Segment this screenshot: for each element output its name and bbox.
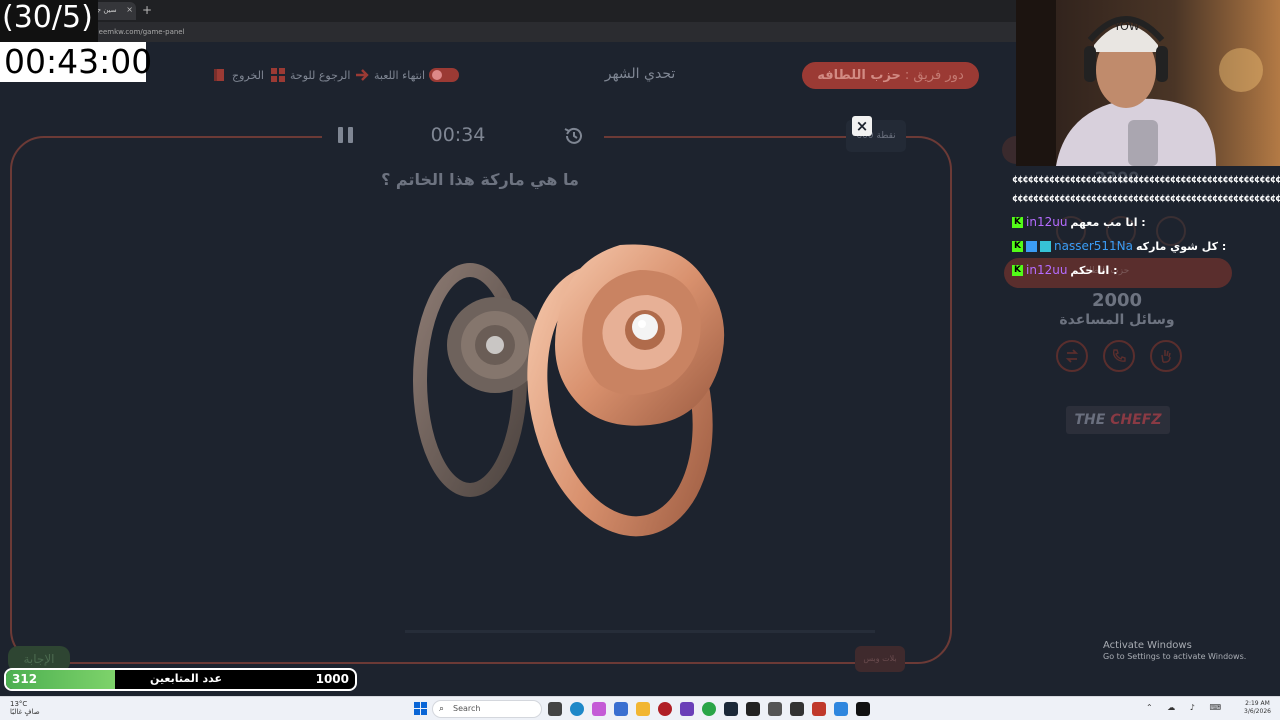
chat-username: nasser511Na <box>1054 239 1134 253</box>
pause-icon <box>337 127 343 143</box>
close-icon[interactable]: × <box>852 116 872 136</box>
chat-separator-1: ¢¢¢¢¢¢¢¢¢¢¢¢¢¢¢¢¢¢¢¢¢¢¢¢¢¢¢¢¢¢¢¢¢¢¢¢¢¢¢¢… <box>1012 175 1280 185</box>
helper-hand[interactable] <box>1150 340 1182 372</box>
app-icon-red-2[interactable] <box>812 702 826 716</box>
grid-icon <box>271 68 285 82</box>
exit-icon <box>214 69 224 81</box>
team-score: 2000 <box>1091 290 1143 311</box>
end-game-button[interactable]: انتهاء اللعبة <box>354 66 460 84</box>
new-tab-button[interactable]: + <box>142 3 152 17</box>
exit-button[interactable]: الخروج <box>212 66 264 84</box>
app-icon-red[interactable] <box>658 702 672 716</box>
gifter-badge-icon <box>1040 240 1051 252</box>
chat-message: K in12uu : انا مب معهم <box>1012 214 1146 230</box>
pause-button[interactable] <box>336 124 354 146</box>
browser-tab-strip: سين جيم × + <box>0 0 1016 22</box>
app-icon-purple[interactable] <box>680 702 694 716</box>
followers-goal-bar: 312 عدد المتابعين 1000 <box>4 668 357 691</box>
stream-frame: سين جيم × + seenjeemkw.com/game-panel ال… <box>0 0 1280 720</box>
chat-message: K in12uu : انا حكم <box>1012 262 1117 278</box>
store-icon[interactable] <box>614 702 628 716</box>
swap-icon <box>1065 349 1079 363</box>
chat-username: in12uu <box>1026 215 1068 229</box>
svg-text:YOW: YOW <box>1113 20 1140 33</box>
chat-message: K nasser511Na : كل شوي ماركه <box>1012 238 1226 254</box>
app-icon-grey[interactable] <box>768 702 782 716</box>
copilot-icon[interactable] <box>592 702 606 716</box>
chrome-icon[interactable] <box>702 702 716 716</box>
end-game-label: انتهاء اللعبة <box>374 68 426 82</box>
search-placeholder: Search <box>453 704 481 713</box>
file-explorer-icon[interactable] <box>636 702 650 716</box>
helper-swap[interactable] <box>1056 340 1088 372</box>
chat-text: : انا مب معهم <box>1070 215 1146 229</box>
tab-close-icon[interactable]: × <box>126 5 133 14</box>
task-view-icon[interactable] <box>548 702 562 716</box>
logo-part-a: THE <box>1074 412 1111 428</box>
pause-icon-bar <box>347 127 353 143</box>
team-name: حزب اللطافه <box>817 68 901 83</box>
weather-temp: 13°C <box>10 700 28 708</box>
edge-icon[interactable] <box>570 702 584 716</box>
chat-separator-2: ¢¢¢¢¢¢¢¢¢¢¢¢¢¢¢¢¢¢¢¢¢¢¢¢¢¢¢¢¢¢¢¢¢¢¢¢¢¢¢¢… <box>1012 194 1280 204</box>
system-tray-icons[interactable]: ⌃ ☁ ♪ ⌨ <box>1146 703 1227 712</box>
system-clock[interactable]: 2:19 AM 3/6/2026 <box>1244 700 1271 716</box>
followers-label: عدد المتابعين <box>150 672 222 685</box>
clock-time: 2:19 AM <box>1245 700 1270 707</box>
helper-row <box>1056 340 1182 372</box>
address-bar[interactable]: seenjeemkw.com/game-panel <box>0 22 1016 42</box>
activate-windows-watermark: Activate Windows Go to Settings to activ… <box>1103 640 1246 661</box>
webcam-feed: YOW <box>1016 0 1280 166</box>
back-to-board-button[interactable]: الرجوع للوحة <box>270 66 350 84</box>
taskbar-search[interactable]: ⌕ Search <box>432 700 542 718</box>
stream-clock: 00:43:00 <box>4 42 153 81</box>
end-game-toggle[interactable] <box>429 68 460 82</box>
front-ring-flower <box>555 244 725 426</box>
back-to-board-label: الرجوع للوحة <box>290 68 351 82</box>
current-team-pill: دور فريق : حزب اللطافه <box>802 62 979 89</box>
capcut-icon[interactable] <box>856 702 870 716</box>
kick-badge-icon: K <box>1012 264 1023 276</box>
chat-username: in12uu <box>1026 263 1068 277</box>
countdown-timer: 00:34 <box>430 124 486 146</box>
team-turn-label: دور فريق : <box>904 68 964 83</box>
logo-part-b: CHEFZ <box>1110 412 1162 428</box>
weather-desc: صافٍ غالبًا <box>10 708 40 716</box>
round-counter: (30/5) <box>2 0 93 35</box>
arrow-right-icon <box>356 69 369 81</box>
app-icon-blue[interactable] <box>834 702 848 716</box>
kick-badge-icon: K <box>1012 216 1023 228</box>
chat-text: : انا حكم <box>1070 263 1118 277</box>
start-button-icon[interactable] <box>414 702 427 715</box>
stop-button[interactable]: بلات وبس <box>855 646 905 672</box>
subscriber-badge-icon <box>1026 240 1037 252</box>
steam-icon[interactable] <box>724 702 738 716</box>
discord-icon[interactable] <box>746 702 760 716</box>
obs-icon[interactable] <box>790 702 804 716</box>
helpers-label: وسائل المساعدة <box>1059 312 1175 328</box>
clock-date: 3/6/2026 <box>1244 708 1271 715</box>
challenge-title: تحدي الشهر <box>604 66 676 82</box>
followers-goal: 1000 <box>315 672 349 686</box>
weather-widget[interactable]: 13°C صافٍ غالبًا <box>10 700 40 716</box>
windows-taskbar: 13°C صافٍ غالبًا ⌕ Search ⌃ ☁ ♪ ⌨ 2:19 A… <box>0 696 1280 720</box>
search-icon: ⌕ <box>439 704 445 714</box>
chat-text: : كل شوي ماركه <box>1136 239 1227 253</box>
question-text: ما هي ماركة هذا الخاتم ؟ <box>381 170 579 189</box>
progress-track <box>405 630 875 633</box>
reset-timer-icon[interactable] <box>562 124 586 148</box>
helper-call[interactable] <box>1103 340 1135 372</box>
activate-subtitle: Go to Settings to activate Windows. <box>1103 652 1247 661</box>
followers-current: 312 <box>12 672 38 686</box>
kick-badge-icon: K <box>1012 240 1023 252</box>
activate-title: Activate Windows <box>1103 640 1192 651</box>
hand-icon <box>1161 350 1171 363</box>
sponsor-logo: THE CHEFZ <box>1066 406 1170 434</box>
exit-label: الخروج <box>232 68 264 82</box>
ring-image <box>413 244 725 537</box>
phone-icon <box>1112 349 1126 362</box>
